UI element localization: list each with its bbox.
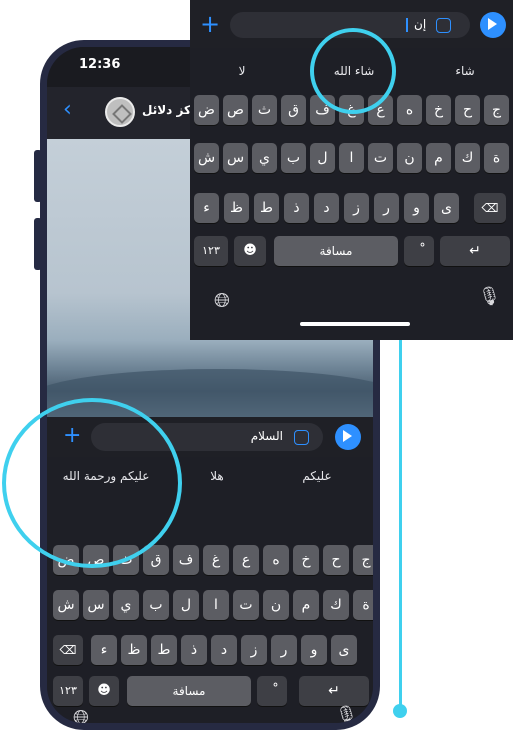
key-row1-7[interactable]: ع xyxy=(233,545,259,575)
key-row3-9[interactable]: ى xyxy=(331,635,357,665)
zoom-key-row3-3[interactable]: ط xyxy=(254,193,279,223)
zoom-key-row2-3[interactable]: ي xyxy=(252,143,277,173)
microphone-icon[interactable]: 🎙︎ xyxy=(335,705,358,723)
zoom-key-row1-10[interactable]: ح xyxy=(455,95,480,125)
key-row2-1[interactable]: ش xyxy=(53,590,79,620)
zoom-key-row2-10[interactable]: ك xyxy=(455,143,480,173)
key-row2-9[interactable]: م xyxy=(293,590,319,620)
zoom-key-row3-1[interactable]: ء xyxy=(194,193,219,223)
zoom-key-row1-9[interactable]: خ xyxy=(426,95,451,125)
zoom-key-row3-4[interactable]: ذ xyxy=(284,193,309,223)
zoom-key-row3-2[interactable]: ظ xyxy=(224,193,249,223)
key-row2-4[interactable]: ب xyxy=(143,590,169,620)
delete-icon[interactable]: ⌫ xyxy=(53,635,83,665)
suggestion-3[interactable]: عليكم xyxy=(277,469,357,483)
key-row1-5[interactable]: ف xyxy=(173,545,199,575)
zoom-key-row2-11[interactable]: ة xyxy=(484,143,509,173)
avatar[interactable] xyxy=(105,97,135,127)
zoom-numbers-key[interactable]: ١٢٣ xyxy=(194,236,228,266)
back-chevron-icon[interactable]: ‹ xyxy=(63,97,72,122)
key-row3-6[interactable]: ز xyxy=(241,635,267,665)
zoom-diacritic-key[interactable]: ْ xyxy=(404,236,434,266)
zoom-input-text: إن xyxy=(414,17,427,31)
zoom-key-row3-7[interactable]: ر xyxy=(374,193,399,223)
zoom-key-row1-4[interactable]: ق xyxy=(281,95,306,125)
key-row3-8[interactable]: و xyxy=(301,635,327,665)
zoom-highlight-circle xyxy=(310,28,396,114)
key-row1-6[interactable]: غ xyxy=(203,545,229,575)
zoom-key-row2-2[interactable]: س xyxy=(223,143,248,173)
key-row1-10[interactable]: ح xyxy=(323,545,349,575)
space-key[interactable]: مسافة xyxy=(127,676,251,706)
zoom-key-row3-8[interactable]: و xyxy=(404,193,429,223)
key-row3-5[interactable]: د xyxy=(211,635,237,665)
microphone-icon[interactable]: 🎙︎ xyxy=(478,286,501,307)
zoom-key-row2-7[interactable]: ت xyxy=(368,143,393,173)
key-row2-10[interactable]: ك xyxy=(323,590,349,620)
zoom-key-row1-11[interactable]: ج xyxy=(484,95,509,125)
plus-icon[interactable]: + xyxy=(200,10,220,38)
zoom-return-key[interactable]: ↵ xyxy=(440,236,510,266)
zoom-key-row1-3[interactable]: ث xyxy=(252,95,277,125)
emoji-icon[interactable]: ☻ xyxy=(89,676,119,706)
highlight-circle xyxy=(2,398,182,568)
delete-icon[interactable]: ⌫ xyxy=(474,193,506,223)
zoom-key-row2-9[interactable]: م xyxy=(426,143,451,173)
zoom-key-row3-6[interactable]: ز xyxy=(344,193,369,223)
emoji-icon[interactable]: ☻ xyxy=(234,236,266,266)
message-input-text: السلام xyxy=(250,429,283,443)
zoom-key-row1-1[interactable]: ض xyxy=(194,95,219,125)
zoom-key-row2-6[interactable]: ا xyxy=(339,143,364,173)
home-indicator xyxy=(300,322,410,326)
numbers-key[interactable]: ١٢٣ xyxy=(53,676,83,706)
key-row3-3[interactable]: ط xyxy=(151,635,177,665)
zoom-key-row1-2[interactable]: ص xyxy=(223,95,248,125)
connector-dot xyxy=(393,704,407,718)
zoom-key-row1-8[interactable]: ه xyxy=(397,95,422,125)
key-row3-2[interactable]: ظ xyxy=(121,635,147,665)
diacritic-key[interactable]: ْ xyxy=(257,676,287,706)
zoom-suggestion-1[interactable]: لا xyxy=(222,64,262,78)
zoom-key-row2-4[interactable]: ب xyxy=(281,143,306,173)
send-icon[interactable] xyxy=(335,424,361,450)
zoomed-keyboard-panel: + إن لا شاء الله شاء ضصثقفغعهخحج شسيبلات… xyxy=(190,0,513,340)
key-row1-11[interactable]: ج xyxy=(353,545,373,575)
key-row3-7[interactable]: ر xyxy=(271,635,297,665)
key-row2-2[interactable]: س xyxy=(83,590,109,620)
home-indicator xyxy=(155,727,275,730)
key-row1-8[interactable]: ه xyxy=(263,545,289,575)
key-row3-1[interactable]: ء xyxy=(91,635,117,665)
zoom-key-row2-5[interactable]: ل xyxy=(310,143,335,173)
return-key[interactable]: ↵ xyxy=(299,676,369,706)
key-row2-11[interactable]: ة xyxy=(353,590,373,620)
zoom-key-row3-9[interactable]: ى xyxy=(434,193,459,223)
key-row2-8[interactable]: ن xyxy=(263,590,289,620)
globe-icon[interactable]: 🌐︎ xyxy=(73,705,89,723)
sticker-icon[interactable] xyxy=(294,430,309,445)
sticker-icon[interactable] xyxy=(436,18,451,33)
key-row2-3[interactable]: ي xyxy=(113,590,139,620)
zoom-suggestion-3[interactable]: شاء xyxy=(440,64,490,78)
zoom-key-row3-5[interactable]: د xyxy=(314,193,339,223)
key-row2-6[interactable]: ا xyxy=(203,590,229,620)
globe-icon[interactable]: 🌐︎ xyxy=(214,288,230,312)
connector-line xyxy=(399,340,402,710)
key-row3-4[interactable]: ذ xyxy=(181,635,207,665)
key-row2-5[interactable]: ل xyxy=(173,590,199,620)
key-row1-9[interactable]: خ xyxy=(293,545,319,575)
status-time: 12:36 xyxy=(79,57,121,72)
send-icon[interactable] xyxy=(480,12,506,38)
zoom-key-row2-1[interactable]: ش xyxy=(194,143,219,173)
key-row2-7[interactable]: ت xyxy=(233,590,259,620)
zoom-key-row2-8[interactable]: ن xyxy=(397,143,422,173)
zoom-space-key[interactable]: مسافة xyxy=(274,236,398,266)
suggestion-2[interactable]: هلا xyxy=(187,469,247,483)
text-cursor xyxy=(406,18,408,32)
